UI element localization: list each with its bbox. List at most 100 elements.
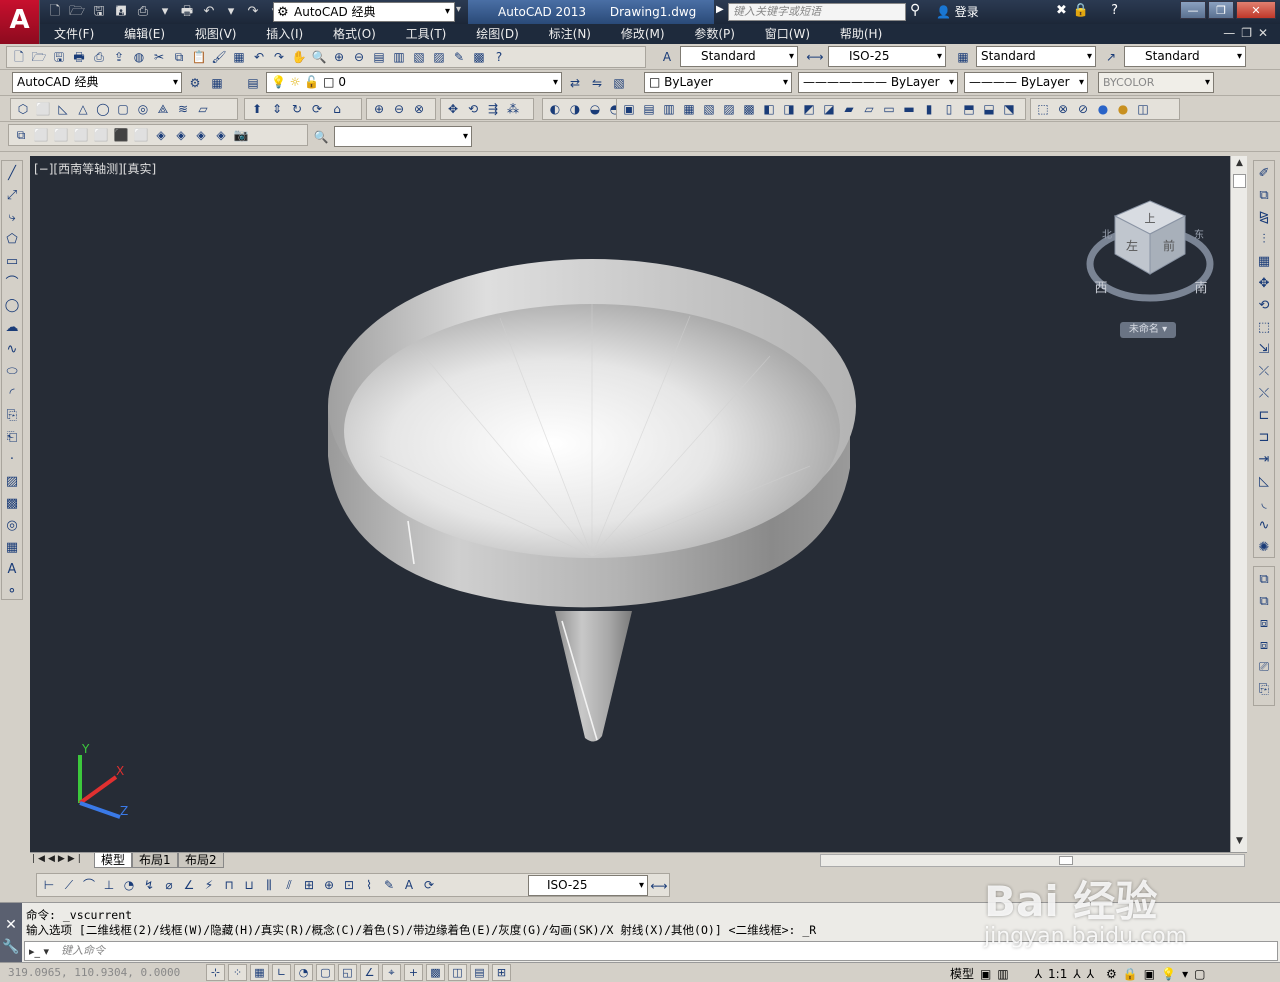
bring-to-front-icon[interactable]: ⧉ bbox=[1255, 570, 1273, 589]
bring-above-icon[interactable]: ⧈ bbox=[1255, 614, 1273, 633]
design-center-icon[interactable]: ▥ bbox=[390, 48, 408, 66]
search-input[interactable]: 键入关键字或短语 bbox=[728, 3, 906, 21]
layer-properties-icon[interactable]: ▤ bbox=[244, 74, 262, 92]
save-icon[interactable]: 🖫 bbox=[50, 48, 68, 66]
offset-icon[interactable]: ⫶ bbox=[1255, 230, 1273, 249]
menu-draw[interactable]: 绘图(D) bbox=[476, 24, 519, 44]
jogged-linear-icon[interactable]: ⌇ bbox=[360, 876, 378, 894]
tolerance-icon[interactable]: ⊞ bbox=[300, 876, 318, 894]
bottom-view-icon[interactable]: ⬜ bbox=[52, 126, 70, 144]
zoom-previous-icon[interactable]: ⊖ bbox=[350, 48, 368, 66]
command-prompt-icon[interactable]: ▸_ ▾ bbox=[29, 943, 49, 961]
arc-length-icon[interactable]: ⌒ bbox=[80, 876, 98, 894]
lineweight-icon[interactable]: ▩ bbox=[426, 964, 445, 981]
infer-constraints-icon[interactable]: ⊹ bbox=[206, 964, 225, 981]
app-menu-button[interactable]: A bbox=[0, 0, 40, 46]
realistic-icon[interactable]: ● bbox=[1094, 100, 1112, 118]
linear-dim-icon[interactable]: ⊢ bbox=[40, 876, 58, 894]
quick-view-layouts-icon[interactable]: ▣ bbox=[980, 967, 991, 981]
scroll-down-icon[interactable]: ▼ bbox=[1231, 836, 1248, 850]
sphere-icon[interactable]: ◯ bbox=[94, 100, 112, 118]
grid-icon[interactable]: ▦ bbox=[250, 964, 269, 981]
extrude-face-icon[interactable]: ◐ bbox=[546, 100, 564, 118]
undo-icon[interactable]: ↶ bbox=[200, 3, 218, 21]
linetype-select[interactable]: ——————— ByLayer bbox=[798, 72, 958, 93]
extend-icon[interactable]: ⤬ bbox=[1255, 384, 1273, 403]
scroll-thumb[interactable] bbox=[1233, 174, 1246, 188]
line-icon[interactable]: ╱ bbox=[3, 164, 21, 183]
diameter-dim-icon[interactable]: ⌀ bbox=[160, 876, 178, 894]
cut-icon[interactable]: ✂ bbox=[150, 48, 168, 66]
check-icon[interactable]: ◩ bbox=[800, 100, 818, 118]
move-face-icon[interactable]: ◑ bbox=[566, 100, 584, 118]
properties-icon[interactable]: ▤ bbox=[370, 48, 388, 66]
text-to-front-icon[interactable]: ⎚ bbox=[1255, 658, 1273, 677]
publish-icon[interactable]: ⇪ bbox=[110, 48, 128, 66]
annotation-visibility-icon[interactable]: ⅄ bbox=[1073, 967, 1080, 981]
tab-layout2[interactable]: 布局2 bbox=[178, 853, 224, 868]
dim-space-icon[interactable]: ⫼ bbox=[260, 876, 278, 894]
dim-text-edit-icon[interactable]: A bbox=[400, 876, 418, 894]
fillet-edge-icon[interactable]: ⬓ bbox=[980, 100, 998, 118]
make-current-icon[interactable]: ⇄ bbox=[566, 74, 584, 92]
hatch-icon[interactable]: ▨ bbox=[3, 472, 21, 491]
3d-move-icon[interactable]: ✥ bbox=[444, 100, 462, 118]
baseline-dim-icon[interactable]: ⊓ bbox=[220, 876, 238, 894]
gradient-icon[interactable]: ▩ bbox=[3, 494, 21, 513]
new-file-icon[interactable]: 🗋 bbox=[10, 48, 28, 66]
workspace-select[interactable]: ⚙ AutoCAD 经典 bbox=[273, 2, 455, 22]
binoculars-icon[interactable]: ⚲ bbox=[910, 2, 920, 18]
copy-edge-icon[interactable]: ▦ bbox=[680, 100, 698, 118]
model-space-button[interactable]: 模型 bbox=[950, 965, 974, 982]
ordinate-dim-icon[interactable]: ⊥ bbox=[100, 876, 118, 894]
presspull-icon[interactable]: ⇕ bbox=[268, 100, 286, 118]
scroll-thumb[interactable] bbox=[1059, 856, 1073, 865]
subtract-icon[interactable]: ⊖ bbox=[390, 100, 408, 118]
menu-parameters[interactable]: 参数(P) bbox=[694, 24, 735, 44]
se-iso-view-icon[interactable]: ◈ bbox=[172, 126, 190, 144]
application-status-icon[interactable]: ▾ bbox=[1182, 967, 1188, 981]
vertical-scrollbar[interactable]: ▲ ▼ bbox=[1230, 156, 1247, 852]
conceptual-icon[interactable]: ● bbox=[1114, 100, 1132, 118]
print-icon[interactable]: 🖶 bbox=[178, 3, 196, 21]
dim-style-icon[interactable]: ⟷ bbox=[806, 48, 824, 66]
planar-surface-icon[interactable]: ▱ bbox=[194, 100, 212, 118]
break-at-point-icon[interactable]: ⊏ bbox=[1255, 406, 1273, 425]
pyramid-icon[interactable]: ⟁ bbox=[154, 100, 172, 118]
point-icon[interactable]: · bbox=[3, 450, 21, 469]
ortho-icon[interactable]: ∟ bbox=[272, 964, 291, 981]
hatch-to-back-icon[interactable]: ⎘ bbox=[1255, 680, 1273, 699]
back-view-icon[interactable]: ⬜ bbox=[132, 126, 150, 144]
dim-style-select[interactable]: ISO-25 bbox=[828, 46, 946, 67]
zoom-realtime-icon[interactable]: 🔍 bbox=[310, 48, 328, 66]
3d-osnap-icon[interactable]: ◱ bbox=[338, 964, 357, 981]
color-edge-icon[interactable]: ▧ bbox=[700, 100, 718, 118]
table-icon[interactable]: ▦ bbox=[3, 538, 21, 557]
maximize-button[interactable]: ❐ bbox=[1208, 1, 1234, 19]
ellipse-arc-icon[interactable]: ◜ bbox=[3, 384, 21, 403]
publish-icon[interactable]: ⎙ bbox=[134, 3, 152, 21]
torus-icon[interactable]: ◎ bbox=[134, 100, 152, 118]
interfere-icon[interactable]: ▱ bbox=[860, 100, 878, 118]
rotate-icon[interactable]: ⟲ bbox=[1255, 296, 1273, 315]
named-views-icon[interactable]: ⧉ bbox=[12, 126, 30, 144]
insert-block-icon[interactable]: ⎘ bbox=[3, 406, 21, 425]
help-icon[interactable]: ? bbox=[490, 48, 508, 66]
wrench-icon[interactable]: 🔧 bbox=[0, 939, 22, 955]
construction-line-icon[interactable]: ⤢ bbox=[3, 186, 21, 205]
multileader-style-select[interactable]: Standard bbox=[1124, 46, 1246, 67]
polyline-icon[interactable]: ⤷ bbox=[3, 208, 21, 227]
dim-break-icon[interactable]: ⫽ bbox=[280, 876, 298, 894]
convert-solid-icon[interactable]: ▯ bbox=[940, 100, 958, 118]
lineweight-select[interactable]: ———— ByLayer bbox=[964, 72, 1088, 93]
minimize-button[interactable]: — bbox=[1180, 1, 1206, 19]
add-selected-icon[interactable]: ⚬ bbox=[3, 582, 21, 601]
block-editor-icon[interactable]: ▦ bbox=[230, 48, 248, 66]
save-icon[interactable]: 🖫 bbox=[90, 3, 108, 21]
cylinder-icon[interactable]: ▢ bbox=[114, 100, 132, 118]
visual-styles-manager-icon[interactable]: ◫ bbox=[1134, 100, 1152, 118]
3d-array-icon[interactable]: ⁂ bbox=[504, 100, 522, 118]
color-face-icon[interactable]: ▥ bbox=[660, 100, 678, 118]
dynamic-input-icon[interactable]: + bbox=[404, 964, 423, 981]
jogged-dim-icon[interactable]: ↯ bbox=[140, 876, 158, 894]
